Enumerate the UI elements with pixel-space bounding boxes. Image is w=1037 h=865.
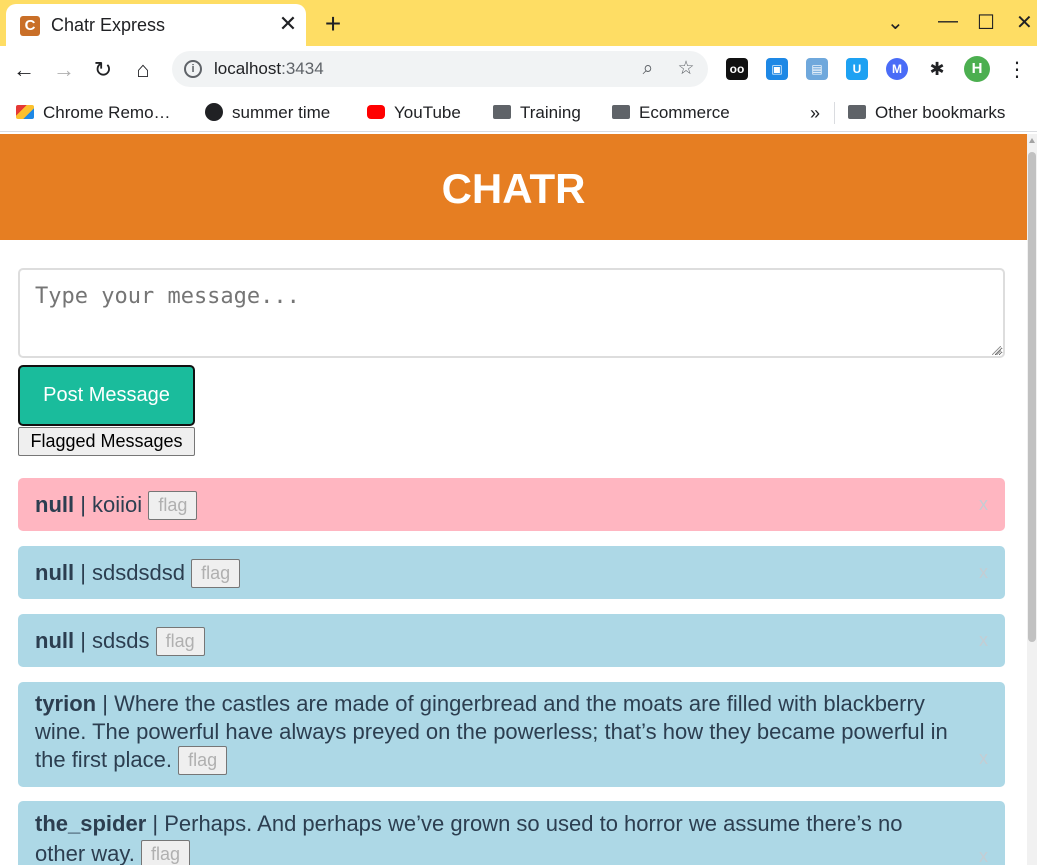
message-user: null: [35, 560, 75, 585]
page-scrollbar[interactable]: [1027, 134, 1037, 865]
profile-avatar[interactable]: H: [964, 56, 990, 82]
forward-icon[interactable]: →: [50, 56, 78, 84]
close-window-icon[interactable]: ✕: [1016, 10, 1033, 35]
chatr-favicon-icon: C: [20, 16, 40, 36]
url-text: localhost:3434: [214, 59, 324, 79]
reload-icon[interactable]: ↻: [89, 56, 117, 84]
message-text: | koiioi: [74, 492, 143, 517]
minimize-icon[interactable]: —: [938, 10, 958, 33]
flag-button[interactable]: flag: [178, 746, 228, 775]
message-text: | Where the castles are made of gingerbr…: [35, 691, 948, 772]
extension-m-icon[interactable]: M: [886, 58, 908, 80]
message-user: the_spider: [35, 811, 147, 836]
message-item: tyrion | Where the castles are made of g…: [18, 682, 1005, 787]
bookmark-youtube[interactable]: YouTube: [367, 101, 461, 125]
bookmark-label: Other bookmarks: [875, 103, 1006, 122]
flag-button[interactable]: flag: [191, 559, 241, 588]
bookmark-label: Ecommerce: [639, 103, 730, 122]
menu-kebab-icon[interactable]: ⋮: [1003, 56, 1031, 84]
post-message-button[interactable]: Post Message: [18, 365, 195, 426]
delete-message-icon[interactable]: x: [979, 559, 988, 586]
home-icon[interactable]: ⌂: [129, 56, 157, 84]
scroll-thumb[interactable]: [1028, 152, 1036, 642]
tab-title: Chatr Express: [51, 15, 166, 35]
message-item: null | sdsds flag x: [18, 614, 1005, 667]
delete-message-icon[interactable]: x: [979, 744, 988, 772]
extension-window-icon[interactable]: ▣: [766, 58, 788, 80]
url-port: :3434: [281, 59, 324, 78]
bookmark-label: Chrome Remo…: [43, 103, 171, 122]
bookmark-ecommerce[interactable]: Ecommerce: [612, 101, 730, 125]
flagged-messages-button[interactable]: Flagged Messages: [18, 427, 195, 456]
bookmark-label: Training: [520, 103, 581, 122]
bookmark-training[interactable]: Training: [493, 101, 581, 125]
app-header: CHATR: [0, 134, 1027, 240]
message-text: | sdsdsdsd: [74, 560, 185, 585]
extension-tampermonkey-icon[interactable]: oo: [726, 58, 748, 80]
site-info-icon[interactable]: i: [184, 60, 202, 78]
folder-icon: [493, 105, 511, 119]
delete-message-icon[interactable]: x: [979, 841, 988, 865]
message-text: | sdsds: [74, 628, 150, 653]
browser-toolbar: ← → ↻ ⌂ i localhost:3434 ⌕ ☆ oo ▣ ▤ U M …: [0, 46, 1037, 94]
flag-button[interactable]: flag: [140, 840, 191, 865]
extensions-puzzle-icon[interactable]: ✱: [926, 58, 948, 80]
folder-icon: [848, 105, 866, 119]
chrome-remote-icon: [16, 105, 34, 119]
globe-icon: [205, 103, 223, 121]
message-user: null: [35, 628, 75, 653]
app-title: CHATR: [441, 165, 586, 212]
extension-image-icon[interactable]: ▤: [806, 58, 828, 80]
resize-grip-icon[interactable]: [992, 346, 1001, 355]
new-tab-icon[interactable]: +: [320, 10, 346, 38]
close-tab-icon[interactable]: ✕: [276, 12, 300, 36]
youtube-icon: [367, 105, 385, 119]
message-item: the_spider | Perhaps. And perhaps we’ve …: [18, 801, 1005, 865]
browser-tab[interactable]: C Chatr Express ✕: [6, 4, 306, 46]
delete-message-icon[interactable]: x: [979, 491, 988, 518]
bookmarks-overflow-icon[interactable]: »: [810, 101, 820, 125]
bookmark-label: YouTube: [394, 103, 461, 122]
bookmark-label: summer time: [232, 103, 331, 122]
url-host: localhost: [214, 59, 282, 78]
message-input[interactable]: [18, 268, 1005, 358]
zoom-icon[interactable]: ⌕: [636, 57, 660, 81]
bookmark-chrome-remote[interactable]: Chrome Remo…: [16, 101, 171, 125]
message-user: tyrion: [35, 691, 97, 716]
address-bar[interactable]: i localhost:3434 ⌕ ☆: [172, 51, 708, 87]
message-user: null: [35, 492, 75, 517]
bookmarks-separator: [834, 102, 835, 124]
back-icon[interactable]: ←: [10, 56, 38, 84]
tab-search-chevron-icon[interactable]: ⌄: [887, 10, 904, 35]
bookmark-summer-time[interactable]: summer time: [205, 101, 330, 125]
extension-u-icon[interactable]: U: [846, 58, 868, 80]
page-viewport: CHATR Post Message Flagged Messages null…: [0, 134, 1027, 865]
bookmark-star-icon[interactable]: ☆: [674, 57, 698, 81]
flag-button[interactable]: flag: [148, 491, 198, 520]
bookmark-other[interactable]: Other bookmarks: [848, 101, 1005, 125]
tab-strip: C Chatr Express ✕ + ⌄ — ☐ ✕: [0, 0, 1037, 46]
scroll-up-arrow-icon[interactable]: [1029, 138, 1035, 143]
flag-button[interactable]: flag: [155, 627, 205, 656]
message-item: null | koiioi flag x: [18, 478, 1005, 531]
maximize-icon[interactable]: ☐: [977, 10, 995, 35]
folder-icon: [612, 105, 630, 119]
message-item: null | sdsdsdsd flag x: [18, 546, 1005, 599]
bookmarks-bar: Chrome Remo… summer time YouTube Trainin…: [0, 94, 1037, 132]
delete-message-icon[interactable]: x: [979, 627, 988, 654]
